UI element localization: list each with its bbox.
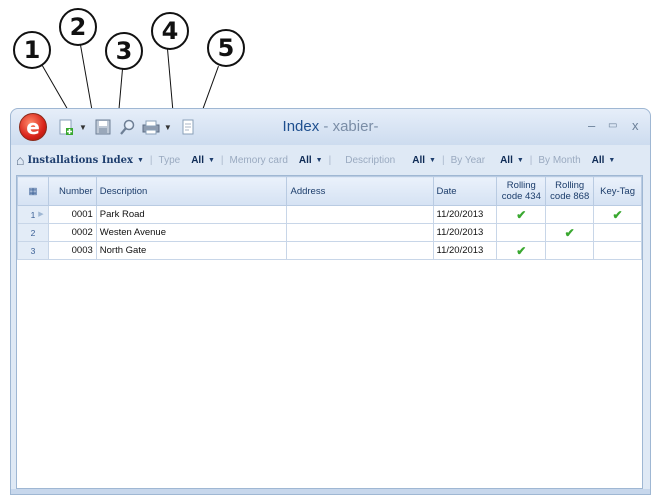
header-description[interactable]: Description xyxy=(95,176,288,206)
separator: | xyxy=(220,154,224,166)
callout-4: 4 xyxy=(151,12,189,50)
table-row[interactable]: 1 ▶ 0001 Park Road 11/20/2013 ✔ ✔ xyxy=(17,205,642,224)
filter-bar: ⌂ Installations Index ▼ | Type All ▼ | Me… xyxy=(16,149,645,171)
memory-card-dropdown-icon[interactable]: ▼ xyxy=(316,157,323,164)
table-row[interactable]: 3 0003 North Gate 11/20/2013 ✔ xyxy=(17,241,642,260)
key-tag-cell[interactable] xyxy=(593,223,642,242)
installations-index-dropdown-icon[interactable]: ▼ xyxy=(137,157,144,164)
header-key-tag[interactable]: Key-Tag xyxy=(593,176,642,206)
separator: | xyxy=(441,154,445,166)
cell-date[interactable]: 11/20/2013 xyxy=(432,205,498,224)
rolling-code-868-cell[interactable] xyxy=(545,205,595,224)
checkmark-icon: ✔ xyxy=(612,207,623,222)
installations-index-label[interactable]: Installations Index xyxy=(27,155,133,166)
callout-2-leader xyxy=(80,44,94,116)
minimize-button[interactable]: – xyxy=(588,118,595,133)
by-month-dropdown-icon[interactable]: ▼ xyxy=(608,157,615,164)
cell-number[interactable]: 0001 xyxy=(47,205,97,224)
cell-address[interactable] xyxy=(286,223,434,242)
home-icon[interactable]: ⌂ xyxy=(16,152,24,168)
rolling-code-434-cell[interactable] xyxy=(496,223,547,242)
status-bar xyxy=(11,489,650,494)
separator: | xyxy=(328,154,332,166)
header-rolling-code-868[interactable]: Rolling code 868 xyxy=(545,176,595,206)
separator: | xyxy=(529,154,533,166)
by-year-dropdown-icon[interactable]: ▼ xyxy=(517,157,524,164)
rolling-code-868-cell[interactable] xyxy=(545,241,595,260)
rolling-code-434-cell[interactable]: ✔ xyxy=(496,205,547,224)
by-year-filter-label: By Year xyxy=(450,154,486,166)
callout-5: 5 xyxy=(207,29,245,67)
cell-date[interactable]: 11/20/2013 xyxy=(432,241,498,260)
callout-3: 3 xyxy=(105,32,143,70)
type-filter-label: Type xyxy=(158,154,181,166)
header-number[interactable]: Number xyxy=(47,176,97,206)
cell-description[interactable]: Westen Avenue xyxy=(95,223,288,242)
description-dropdown-icon[interactable]: ▼ xyxy=(429,157,436,164)
cell-address[interactable] xyxy=(286,205,434,224)
table-header-row: ▦ Number Description Address Date Rollin… xyxy=(17,176,642,206)
by-year-filter-value[interactable]: All xyxy=(500,155,513,166)
table-body: 1 ▶ 0001 Park Road 11/20/2013 ✔ ✔ 2 0002 Westen A… xyxy=(17,205,642,260)
cell-description[interactable]: Park Road xyxy=(95,205,288,224)
memory-card-filter-value[interactable]: All xyxy=(299,155,312,166)
header-rolling-code-434[interactable]: Rolling code 434 xyxy=(496,176,547,206)
header-date[interactable]: Date xyxy=(432,176,498,206)
maximize-button[interactable]: ▭ xyxy=(608,120,617,131)
separator: | xyxy=(149,154,153,166)
checkmark-icon: ✔ xyxy=(516,207,527,222)
callout-1-leader xyxy=(42,65,69,112)
window-title-main: Index xyxy=(282,118,320,135)
memory-card-filter-label: Memory card xyxy=(229,154,288,166)
description-filter-value[interactable]: All xyxy=(412,155,425,166)
checkmark-icon: ✔ xyxy=(564,225,575,240)
cell-number[interactable]: 0003 xyxy=(47,241,97,260)
row-number[interactable]: 2 xyxy=(17,223,49,242)
checkmark-icon: ✔ xyxy=(516,243,527,258)
row-number[interactable]: 3 xyxy=(17,241,49,260)
cell-description[interactable]: North Gate xyxy=(95,241,288,260)
window-title-user: xabier- xyxy=(332,118,379,135)
callout-4-leader xyxy=(167,48,174,117)
installations-grid: ▦ Number Description Address Date Rollin… xyxy=(16,175,643,489)
rolling-code-434-cell[interactable]: ✔ xyxy=(496,241,547,260)
key-tag-cell[interactable]: ✔ xyxy=(593,205,642,224)
by-month-filter-value[interactable]: All xyxy=(592,155,605,166)
cell-number[interactable]: 0002 xyxy=(47,223,97,242)
close-button[interactable]: x xyxy=(632,118,639,133)
type-dropdown-icon[interactable]: ▼ xyxy=(208,157,215,164)
type-filter-value[interactable]: All xyxy=(191,155,204,166)
cell-address[interactable] xyxy=(286,241,434,260)
cell-date[interactable]: 11/20/2013 xyxy=(432,223,498,242)
description-filter-label: Description xyxy=(345,154,396,166)
window-title: Index - xabier- xyxy=(11,118,650,135)
callout-2: 2 xyxy=(59,8,97,46)
title-bar: e ▼ ▼ Index - xabier- – ▭ x xyxy=(11,109,650,145)
column-chooser-icon[interactable]: ▦ xyxy=(17,176,49,206)
header-address[interactable]: Address xyxy=(286,176,434,206)
key-tag-cell[interactable] xyxy=(593,241,642,260)
current-row-indicator-icon: ▶ xyxy=(38,210,44,218)
installations-table: ▦ Number Description Address Date Rollin… xyxy=(17,176,642,260)
rolling-code-868-cell[interactable]: ✔ xyxy=(545,223,595,242)
row-number[interactable]: 1 ▶ xyxy=(17,205,49,224)
window-title-sep: - xyxy=(319,118,333,135)
by-month-filter-label: By Month xyxy=(538,154,581,166)
callout-1: 1 xyxy=(13,31,51,69)
table-row[interactable]: 2 0002 Westen Avenue 11/20/2013 ✔ xyxy=(17,223,642,242)
app-window: e ▼ ▼ Index - xabier- – ▭ x ⌂ Installati… xyxy=(10,108,651,495)
